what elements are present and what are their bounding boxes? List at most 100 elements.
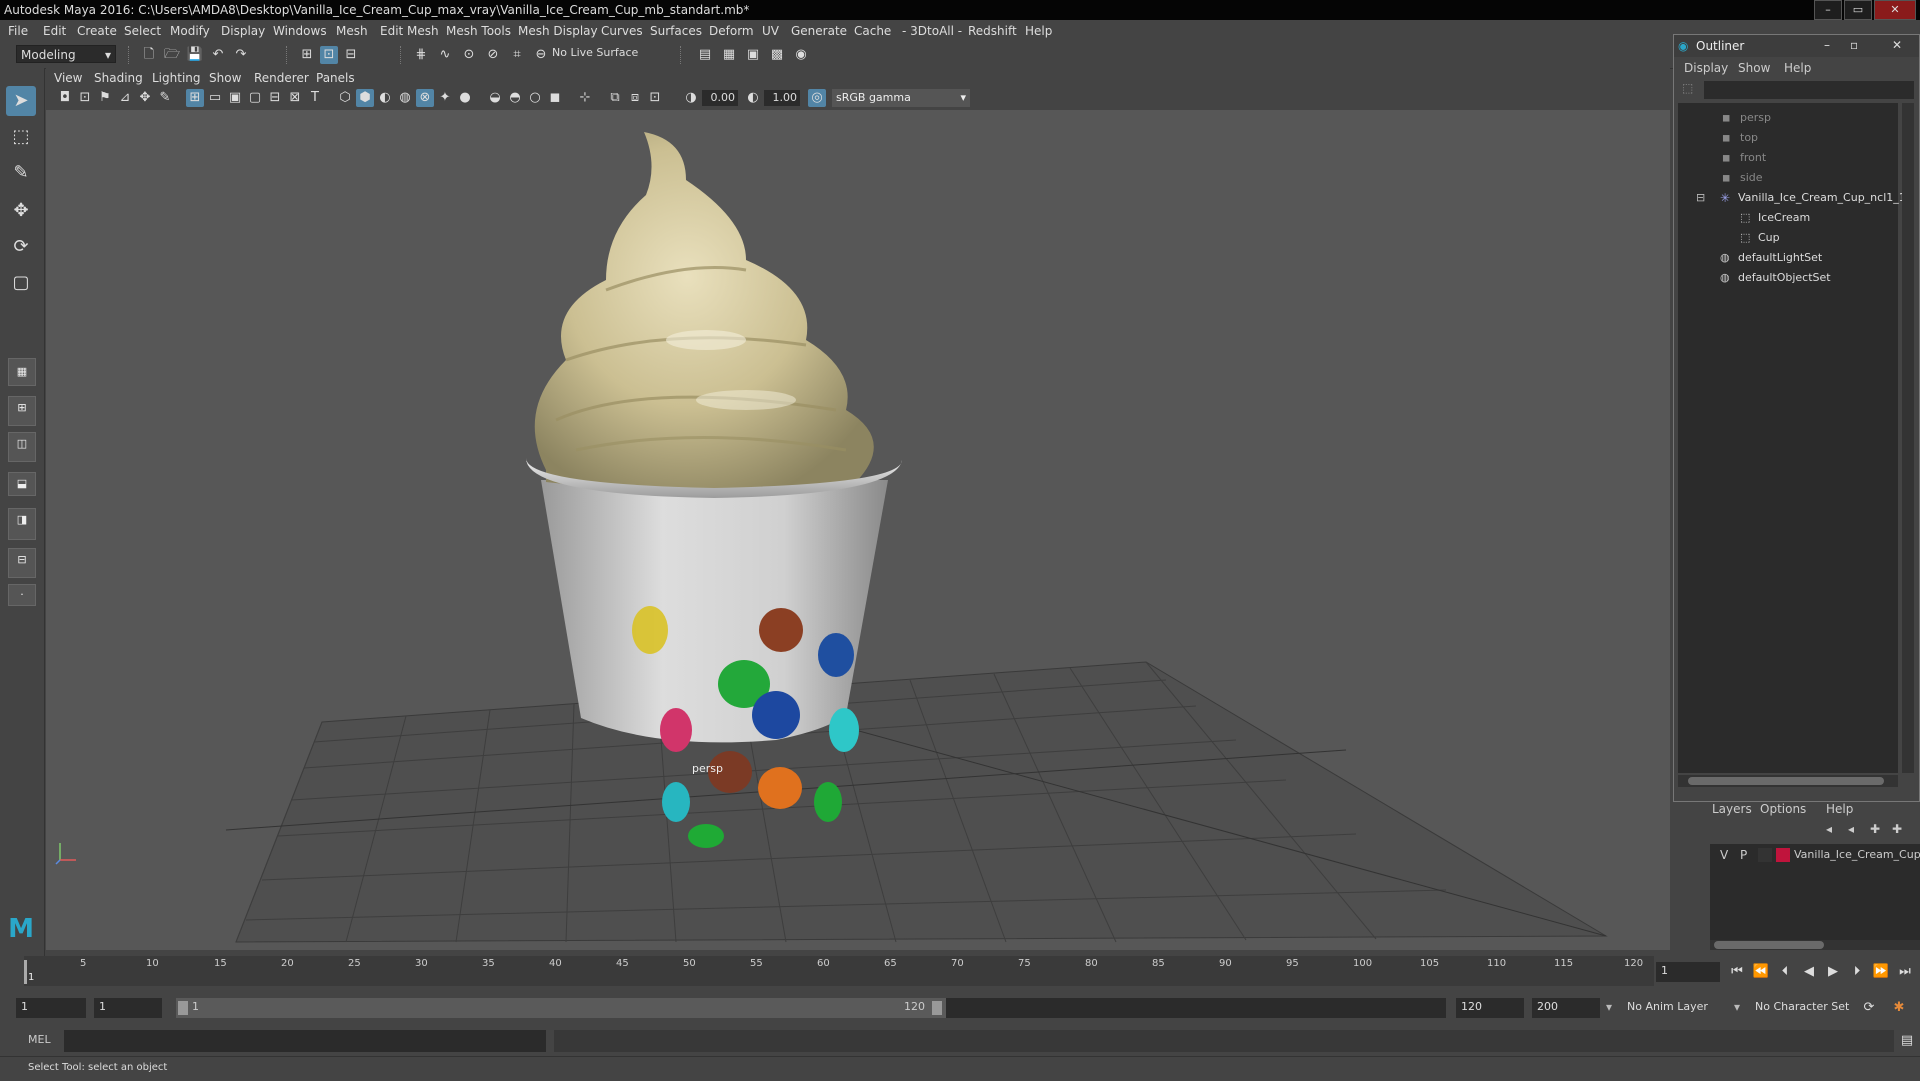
depth-of-field-icon[interactable]: ◼ [546,89,564,107]
move-tool-icon[interactable]: ✥ [6,196,36,226]
safe-title-icon[interactable]: T [306,89,324,107]
close-icon[interactable]: ✕ [1892,38,1902,52]
use-all-lights-icon[interactable]: ✦ [436,89,454,107]
menu-deform[interactable]: Deform [709,24,754,38]
select-hierarchy-icon[interactable]: ⊞ [298,46,316,64]
menu-mesh-display[interactable]: Mesh Display [518,24,598,38]
scrollbar-thumb[interactable] [1688,777,1884,785]
image-plane-icon[interactable]: ⊿ [116,89,134,107]
save-scene-icon[interactable]: 💾 [186,46,204,64]
menu-redshift[interactable]: Redshift [968,24,1017,38]
layer-menu-layers[interactable]: Layers [1712,802,1752,816]
four-view-layout-icon[interactable]: ⊞ [8,396,36,426]
rotate-tool-icon[interactable]: ⟳ [6,232,36,262]
menu-create[interactable]: Create [77,24,117,38]
outliner-item[interactable]: persp [1740,111,1771,124]
x-ray-joints-icon[interactable]: ⧈ [626,89,644,107]
anti-aliasing-icon[interactable]: ○ [526,89,544,107]
viewport-menu-panels[interactable]: Panels [316,71,355,85]
default-material-icon[interactable]: ◐ [376,89,394,107]
playback-end-field[interactable]: 120 [1456,998,1524,1018]
safe-action-icon[interactable]: ⊠ [286,89,304,107]
outliner-menu-help[interactable]: Help [1784,61,1811,75]
layer-menu-options[interactable]: Options [1760,802,1806,816]
move-layer-down-icon[interactable]: ◂ [1848,822,1854,836]
menu-edit[interactable]: Edit [43,24,66,38]
field-chart-icon[interactable]: ⊟ [266,89,284,107]
persp-graph-layout-icon[interactable]: ⬓ [8,472,36,496]
scale-tool-icon[interactable]: ▢ [6,268,36,298]
render-frame-icon[interactable]: ▦ [720,46,738,64]
bookmark-icon[interactable]: ⚑ [96,89,114,107]
outliner-item[interactable]: defaultLightSet [1738,251,1822,264]
new-scene-icon[interactable]: 🗋 [140,46,158,64]
range-track[interactable]: 1 120 [176,998,1446,1018]
menu-cache[interactable]: Cache [854,24,891,38]
playhead[interactable] [24,960,27,984]
viewport-menu-lighting[interactable]: Lighting [152,71,201,85]
outliner-item[interactable]: front [1740,151,1766,164]
exposure-icon[interactable]: ◑ [682,89,700,107]
film-gate-icon[interactable]: ▭ [206,89,224,107]
open-scene-icon[interactable]: 🗁 [163,46,181,64]
render-view-icon[interactable]: ▩ [768,46,786,64]
outliner-item[interactable]: Cup [1758,231,1780,244]
script-editor-icon[interactable]: ▤ [1898,1032,1916,1050]
command-language-label[interactable]: MEL [28,1033,51,1046]
render-settings-icon[interactable]: ▤ [696,46,714,64]
persp-outliner-layout-icon[interactable]: ◫ [8,432,36,462]
animation-end-field[interactable]: 200 [1532,998,1600,1018]
menu-mesh[interactable]: Mesh [336,24,368,38]
mode-selector[interactable]: Modeling ▾ [16,45,116,63]
color-management-icon[interactable]: ◎ [808,89,826,107]
menu-select[interactable]: Select [124,24,161,38]
custom-layout-icon[interactable]: ⊟ [8,548,36,578]
layer-playback-toggle[interactable]: P [1740,848,1747,862]
viewport-menu-renderer[interactable]: Renderer [254,71,309,85]
outliner-list[interactable]: ◼ persp ◼ top ◼ front ◼ side ⊟ ✳ Vanilla… [1678,103,1906,773]
viewport-menu-view[interactable]: View [54,71,82,85]
close-button[interactable]: ✕ [1874,0,1916,20]
smooth-shade-icon[interactable]: ⬢ [356,89,374,107]
wireframe-icon[interactable]: ⬡ [336,89,354,107]
layer-color-swatch[interactable] [1776,848,1790,862]
outliner-item[interactable]: side [1740,171,1763,184]
filter-icon[interactable]: ⬚ [1682,81,1693,95]
select-object-icon[interactable]: ⊡ [320,46,338,64]
range-end-handle[interactable] [932,1001,942,1015]
go-to-start-icon[interactable]: ⏮ [1728,963,1746,981]
snap-view-plane-icon[interactable]: ⊘ [484,46,502,64]
maximize-icon[interactable]: ▫ [1850,38,1858,52]
chevron-down-icon[interactable]: ▾ [1606,1000,1612,1014]
2d-pan-zoom-icon[interactable]: ✥ [136,89,154,107]
step-back-frame-icon[interactable]: ⏴ [1776,963,1794,981]
outliner-menu-display[interactable]: Display [1684,61,1728,75]
play-forward-icon[interactable]: ▶ [1824,963,1842,981]
step-forward-key-icon[interactable]: ⏩ [1872,963,1890,981]
playback-start-field[interactable]: 1 [94,998,162,1018]
hypershade-icon[interactable]: ◉ [792,46,810,64]
outliner-item[interactable]: defaultObjectSet [1738,271,1831,284]
grid-icon[interactable]: ⊞ [186,89,204,107]
screen-space-ao-icon[interactable]: ◒ [486,89,504,107]
command-input[interactable] [64,1030,546,1052]
menu-display[interactable]: Display [221,24,265,38]
snap-point-icon[interactable]: ⊙ [460,46,478,64]
menu-edit-mesh[interactable]: Edit Mesh [380,24,439,38]
isolate-select-icon[interactable]: ⊹ [576,89,594,107]
collapse-icon[interactable]: ⊟ [1696,191,1705,204]
hypershade-layout-icon[interactable]: ◨ [8,508,36,540]
view-transform-dropdown[interactable]: sRGB gamma ▾ [832,89,970,107]
outliner-horizontal-scrollbar[interactable] [1678,775,1898,787]
animation-preferences-icon[interactable]: ✱ [1890,999,1908,1017]
redo-icon[interactable]: ↷ [232,46,250,64]
menu-3dtoall[interactable]: - 3DtoAll - [902,24,962,38]
single-perspective-layout-icon[interactable]: ▦ [8,358,36,386]
textured-icon[interactable]: ⊗ [416,89,434,107]
make-live-icon[interactable]: ⊖ [532,46,550,64]
menu-generate[interactable]: Generate [791,24,847,38]
minimize-icon[interactable]: – [1824,38,1830,52]
step-forward-frame-icon[interactable]: ⏵ [1848,963,1866,981]
lasso-tool-icon[interactable]: ⬚ [6,122,36,152]
menu-help[interactable]: Help [1025,24,1052,38]
